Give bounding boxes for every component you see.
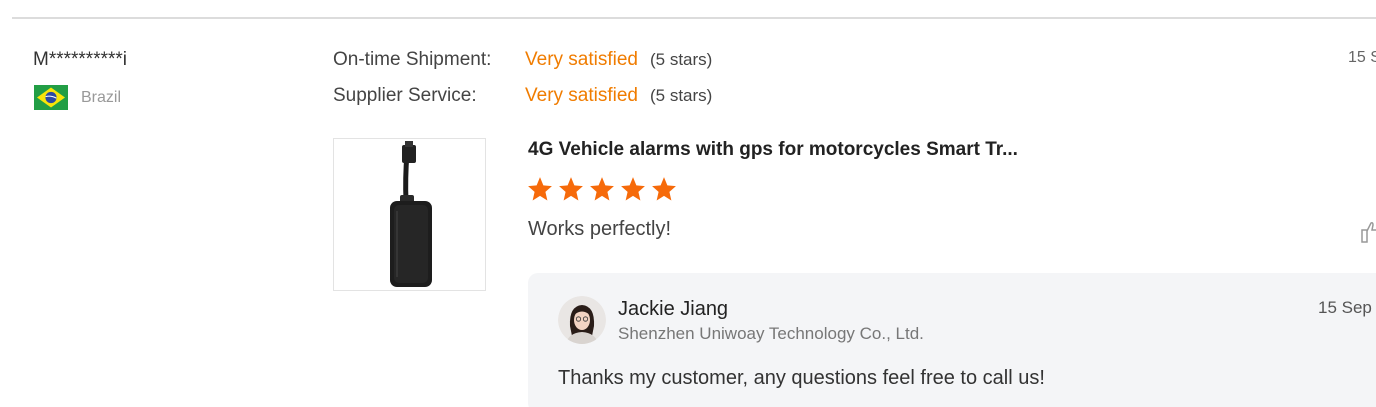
star-icon bbox=[652, 177, 676, 201]
brazil-flag-icon bbox=[34, 85, 68, 110]
buyer-country: Brazil bbox=[34, 85, 121, 110]
rating-label: On-time Shipment: bbox=[333, 49, 492, 70]
reply-text: Thanks my customer, any questions feel f… bbox=[558, 367, 1045, 389]
rating-stars-text: (5 stars) bbox=[650, 86, 713, 105]
product-image[interactable] bbox=[333, 138, 486, 291]
responder-name: Jackie Jiang bbox=[618, 298, 729, 320]
buyer-name: M**********i bbox=[33, 49, 127, 70]
rating-stars-text: (5 stars) bbox=[650, 50, 713, 69]
responder-company[interactable]: Shenzhen Uniwoay Technology Co., Ltd. bbox=[618, 324, 924, 344]
country-label: Brazil bbox=[81, 88, 122, 106]
rating-label: Supplier Service: bbox=[333, 85, 477, 106]
star-icon bbox=[590, 177, 614, 201]
reply-date: 15 Sep bbox=[1318, 298, 1372, 317]
star-rating bbox=[527, 176, 677, 202]
review-date: 15 S bbox=[1348, 49, 1376, 66]
thumbs-up-icon[interactable] bbox=[1360, 218, 1376, 244]
section-divider bbox=[12, 17, 1376, 19]
rating-value: Very satisfied bbox=[525, 49, 638, 70]
product-title[interactable]: 4G Vehicle alarms with gps for motorcycl… bbox=[528, 139, 1018, 161]
avatar bbox=[558, 296, 606, 344]
rating-supplier-service: Supplier Service: Very satisfied (5 star… bbox=[333, 85, 712, 107]
star-icon bbox=[528, 177, 552, 201]
rating-value: Very satisfied bbox=[525, 85, 638, 106]
star-icon bbox=[559, 177, 583, 201]
rating-on-time-shipment: On-time Shipment: Very satisfied (5 star… bbox=[333, 49, 712, 71]
review-text: Works perfectly! bbox=[528, 218, 671, 240]
gps-tracker-device-image bbox=[390, 141, 432, 287]
star-icon bbox=[621, 177, 645, 201]
